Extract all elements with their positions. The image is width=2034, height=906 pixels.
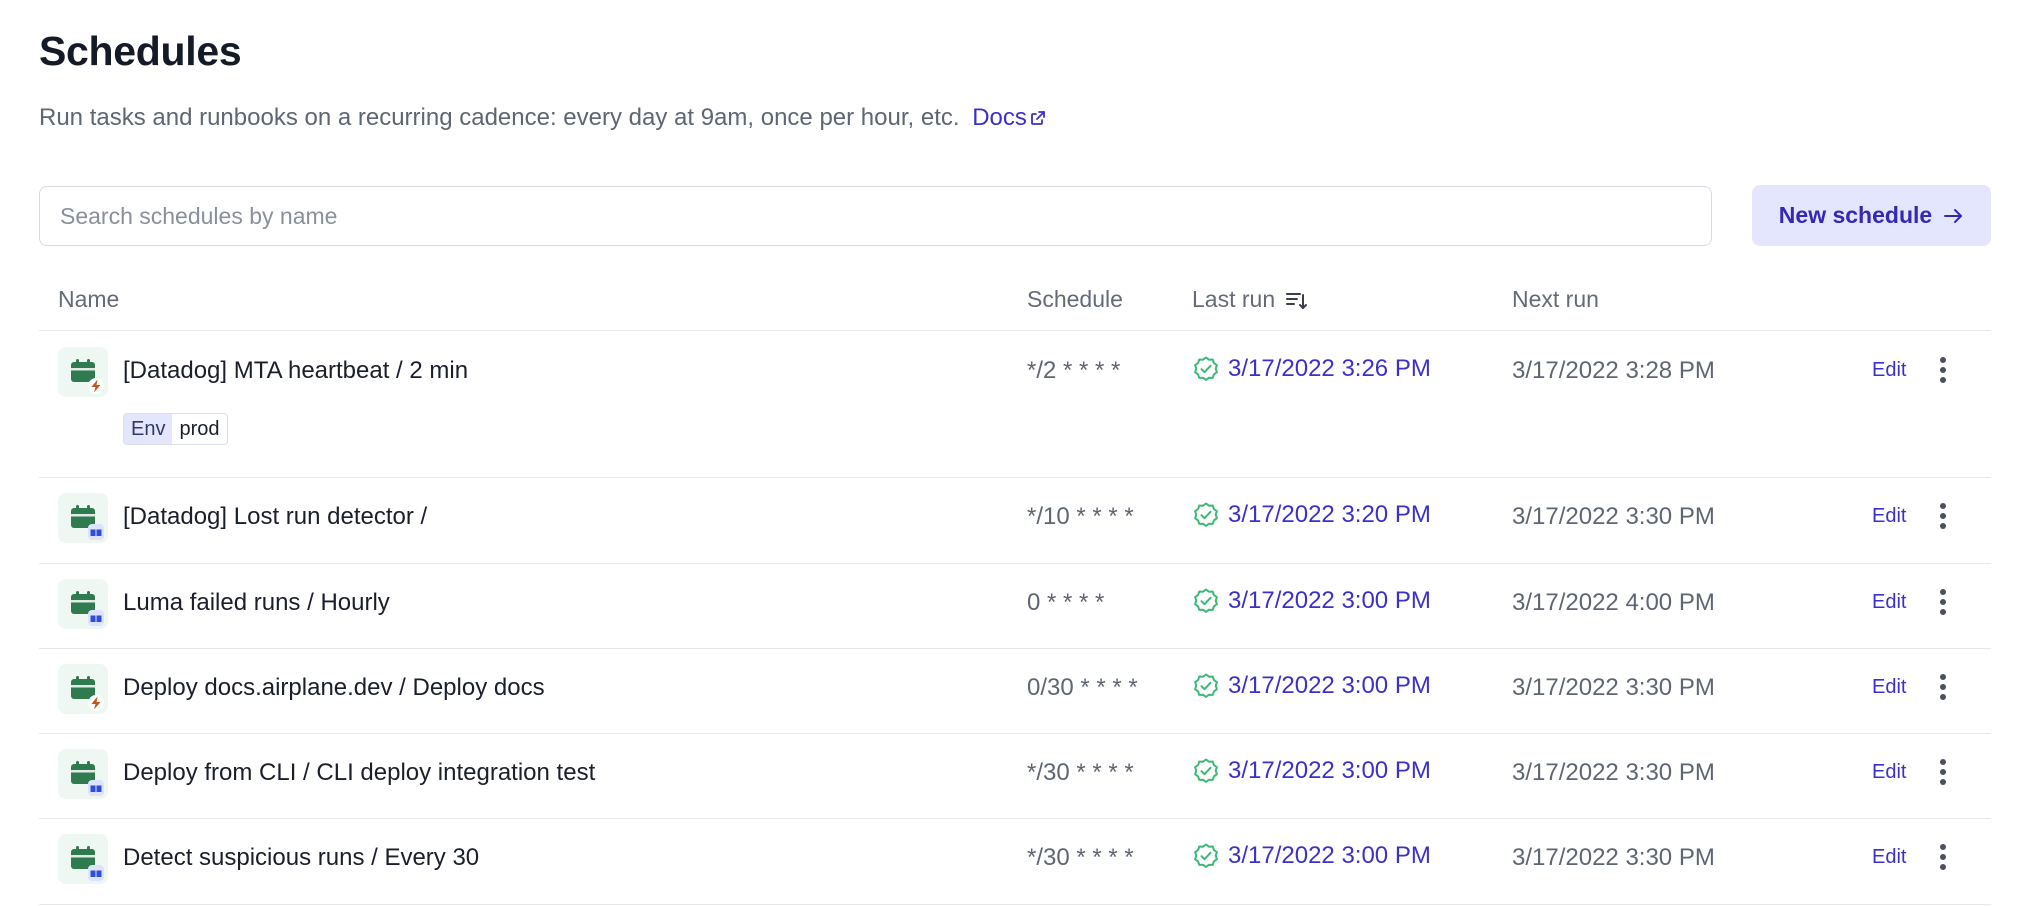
table-row[interactable]: [Datadog] MTA heartbeat / 2 min */2 * * *… [39,331,1991,478]
last-run-link[interactable]: 3/17/2022 3:00 PM [1192,672,1431,700]
more-options-icon [1940,844,1946,870]
edit-button[interactable]: Edit [1872,591,1906,614]
search-input[interactable] [39,186,1712,246]
last-run-link[interactable]: 3/17/2022 3:20 PM [1192,501,1431,529]
schedule-name[interactable]: Deploy docs.airplane.dev / Deploy docs [123,674,545,702]
schedule-name[interactable]: Deploy from CLI / CLI deploy integration… [123,759,595,787]
last-run-time: 3/17/2022 3:00 PM [1228,757,1431,784]
more-options-icon [1940,589,1946,615]
last-run-time: 3/17/2022 3:20 PM [1228,501,1431,528]
last-run-link[interactable]: 3/17/2022 3:26 PM [1192,355,1431,383]
subtitle-text: Run tasks and runbooks on a recurring ca… [39,104,960,131]
more-options-button[interactable] [1936,355,1950,390]
schedule-name[interactable]: [Datadog] Lost run detector / [123,503,427,531]
external-link-icon [1030,111,1045,125]
runbook-schedule-icon [58,493,108,543]
lightning-icon [88,378,104,394]
page-subtitle: Run tasks and runbooks on a recurring ca… [39,104,1046,132]
last-run-link[interactable]: 3/17/2022 3:00 PM [1192,587,1431,615]
success-check-icon [1194,673,1218,698]
column-name-header[interactable]: Name [58,286,119,313]
task-schedule-icon [58,347,108,397]
next-run-time: 3/17/2022 4:00 PM [1512,589,1715,616]
arrow-right-icon [1944,208,1963,223]
more-options-icon [1940,357,1946,383]
edit-button[interactable]: Edit [1872,359,1906,382]
success-check-icon [1194,502,1218,527]
book-icon [88,865,104,881]
next-run-time: 3/17/2022 3:30 PM [1512,503,1715,530]
edit-button[interactable]: Edit [1872,676,1906,699]
success-check-icon [1194,843,1218,868]
book-icon [88,780,104,796]
next-run-time: 3/17/2022 3:30 PM [1512,844,1715,871]
last-run-link[interactable]: 3/17/2022 3:00 PM [1192,842,1431,870]
next-run-time: 3/17/2022 3:30 PM [1512,759,1715,786]
table-header: Name Schedule Last run Next run [39,270,1991,331]
cron-expression: 0 * * * * [1027,589,1105,616]
docs-link-label: Docs [972,104,1027,131]
more-options-button[interactable] [1936,757,1950,792]
cron-expression: */30 * * * * [1027,844,1134,871]
next-run-time: 3/17/2022 3:30 PM [1512,674,1715,701]
book-icon [88,610,104,626]
column-next-run-header[interactable]: Next run [1512,286,1599,313]
column-label: Last run [1192,286,1276,312]
tag-value: prod [172,414,227,444]
more-options-icon [1940,759,1946,785]
task-schedule-icon [58,664,108,714]
lightning-icon [88,695,104,711]
runbook-schedule-icon [58,749,108,799]
edit-button[interactable]: Edit [1872,761,1906,784]
last-run-time: 3/17/2022 3:00 PM [1228,587,1431,614]
table-row[interactable]: Luma failed runs / Hourly 0 * * * * 3/17/2… [39,563,1991,649]
new-schedule-label: New schedule [1778,202,1933,228]
schedule-name[interactable]: Detect suspicious runs / Every 30 [123,844,479,872]
book-icon [88,524,104,540]
success-check-icon [1194,758,1218,783]
more-options-icon [1940,503,1946,529]
table-row[interactable]: Detect suspicious runs / Every 30 */30 * … [39,818,1991,905]
last-run-time: 3/17/2022 3:00 PM [1228,842,1431,869]
tag-key: Env [124,414,173,444]
runbook-schedule-icon [58,834,108,884]
more-options-icon [1940,674,1946,700]
page-title: Schedules [39,28,242,74]
cron-expression: */2 * * * * [1027,357,1121,384]
table-row[interactable]: [Datadog] Lost run detector / */10 * * * … [39,477,1991,564]
column-label: Next run [1512,286,1599,312]
schedule-name[interactable]: Luma failed runs / Hourly [123,589,390,617]
runbook-schedule-icon [58,579,108,629]
column-last-run-header[interactable]: Last run [1192,286,1309,313]
next-run-time: 3/17/2022 3:28 PM [1512,357,1715,384]
more-options-button[interactable] [1936,501,1950,536]
more-options-button[interactable] [1936,672,1950,707]
more-options-button[interactable] [1936,842,1950,877]
last-run-time: 3/17/2022 3:26 PM [1228,355,1431,382]
docs-link[interactable]: Docs [972,104,1046,131]
schedule-name[interactable]: [Datadog] MTA heartbeat / 2 min [123,357,468,385]
table-row[interactable]: Deploy from CLI / CLI deploy integration… [39,733,1991,819]
success-check-icon [1194,588,1218,613]
schedules-page: Schedules Run tasks and runbooks on a re… [0,0,2034,906]
more-options-button[interactable] [1936,587,1950,622]
sort-descending-icon[interactable] [1285,288,1309,312]
edit-button[interactable]: Edit [1872,505,1906,528]
column-schedule-header[interactable]: Schedule [1027,286,1123,313]
new-schedule-button[interactable]: New schedule [1752,185,1991,246]
env-tag: Env prod [123,413,228,445]
cron-expression: */10 * * * * [1027,503,1134,530]
column-label: Name [58,286,120,312]
cron-expression: 0/30 * * * * [1027,674,1138,701]
last-run-time: 3/17/2022 3:00 PM [1228,672,1431,699]
column-label: Schedule [1027,286,1123,312]
edit-button[interactable]: Edit [1872,846,1906,869]
success-check-icon [1194,356,1218,381]
last-run-link[interactable]: 3/17/2022 3:00 PM [1192,757,1431,785]
table-row[interactable]: Deploy docs.airplane.dev / Deploy docs 0/… [39,648,1991,734]
cron-expression: */30 * * * * [1027,759,1134,786]
